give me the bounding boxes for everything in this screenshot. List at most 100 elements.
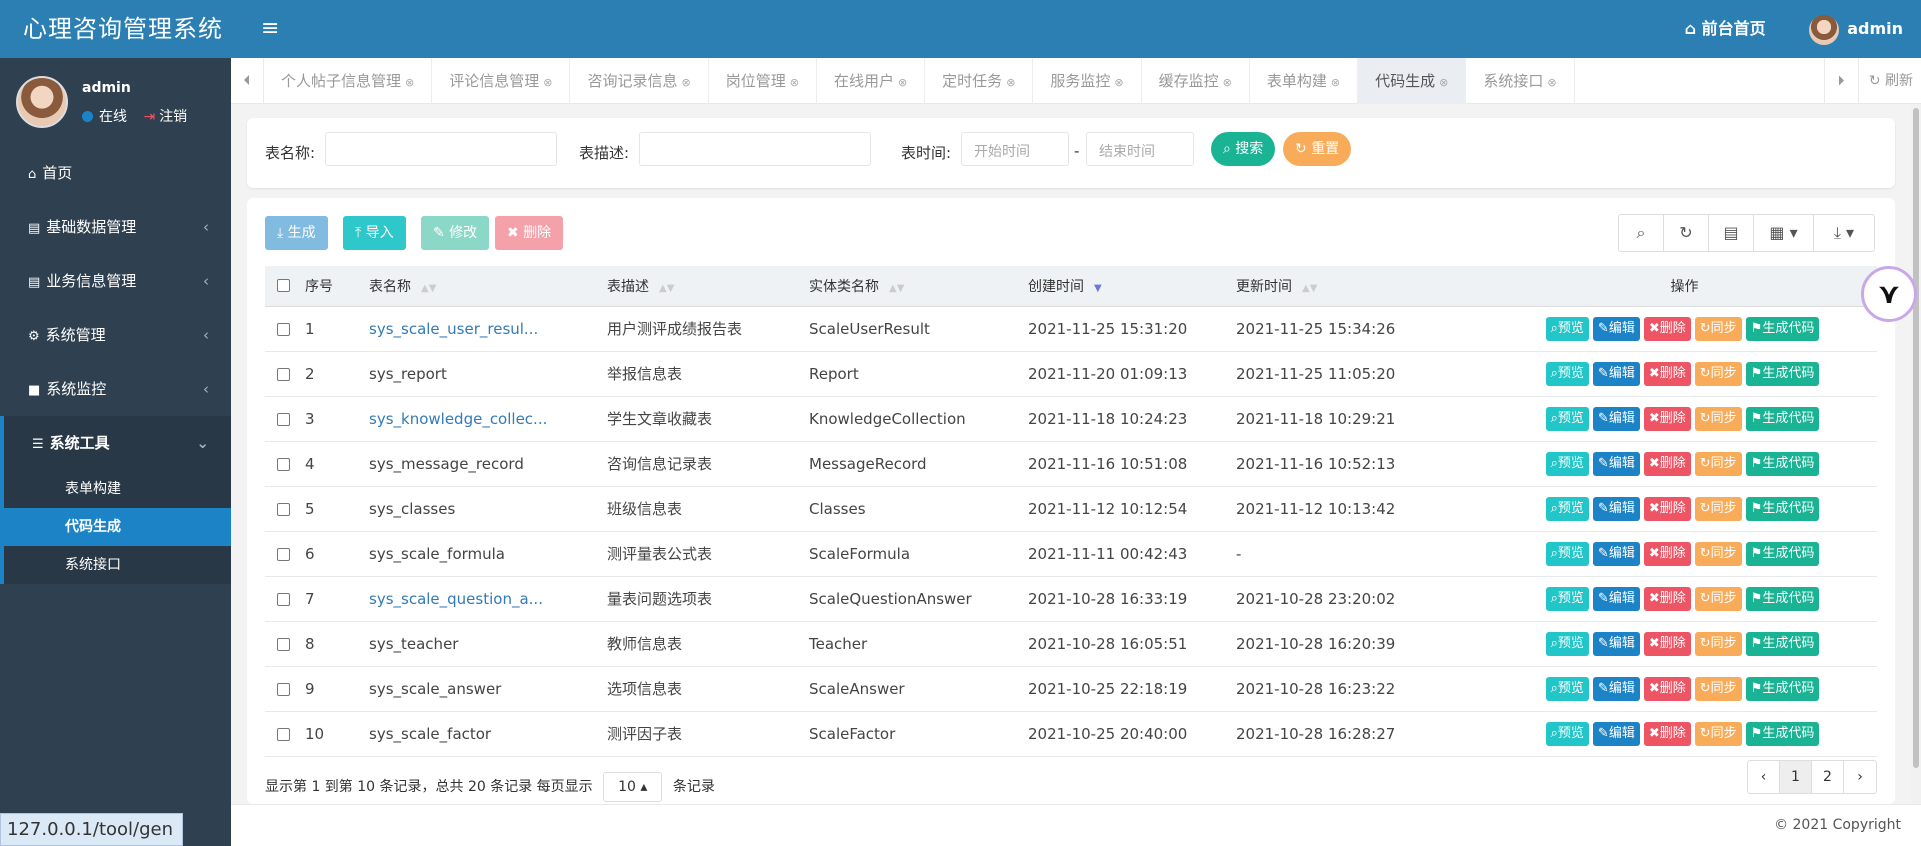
delete-button[interactable]: ✖删除 [1643, 676, 1691, 701]
reset-button[interactable]: ↻ 重置 [1283, 132, 1352, 166]
table-name-input[interactable] [325, 132, 557, 166]
delete-button[interactable]: ✖删除 [1643, 496, 1691, 521]
row-checkbox[interactable] [277, 727, 290, 741]
top-user-name[interactable]: admin [1847, 19, 1903, 38]
col-table-name[interactable]: 表名称 ▲▼ [369, 266, 607, 307]
edit-button[interactable]: ✎编辑 [1592, 676, 1640, 701]
sidebar-subitem-api[interactable]: 系统接口 [4, 546, 231, 584]
page-size-select[interactable]: 10 ▴ [603, 772, 663, 802]
sync-button[interactable]: ↻同步 [1694, 541, 1742, 566]
table-row[interactable]: 3 sys_knowledge_collec... 学生文章收藏表 Knowledge… [265, 396, 1877, 442]
preview-button[interactable]: ⌕预览 [1545, 541, 1589, 566]
row-checkbox[interactable] [277, 457, 290, 471]
table-row[interactable]: 4 sys_message_record 咨询信息记录表 MessageRecord 2… [265, 441, 1877, 487]
table-row[interactable]: 10 sys_scale_factor 测评因子表 ScaleFactor 2021-1… [265, 711, 1877, 757]
row-checkbox[interactable] [277, 592, 290, 606]
edit-button[interactable]: ✎编辑 [1592, 586, 1640, 611]
sync-button[interactable]: ↻同步 [1694, 586, 1742, 611]
modify-button[interactable]: ✎ 修改 [421, 216, 490, 250]
sync-button[interactable]: ↻同步 [1694, 451, 1742, 476]
tab-8[interactable]: 表单构建 ⊗ [1250, 58, 1359, 104]
delete-button[interactable]: ✖删除 [1643, 361, 1691, 386]
delete-button[interactable]: ✖ 删除 [495, 216, 564, 250]
preview-button[interactable]: ⌕预览 [1545, 586, 1589, 611]
user-avatar[interactable] [16, 76, 68, 128]
close-tab-icon[interactable]: ⊗ [543, 76, 552, 89]
preview-button[interactable]: ⌕预览 [1545, 721, 1589, 746]
delete-button[interactable]: ✖删除 [1643, 451, 1691, 476]
generate-code-button[interactable]: ⚑生成代码 [1745, 721, 1820, 746]
generate-code-button[interactable]: ⚑生成代码 [1745, 316, 1820, 341]
sidebar-item-system[interactable]: ⚙ 系统管理 ‹ [0, 308, 231, 362]
table-row[interactable]: 8 sys_teacher 教师信息表 Teacher 2021-10-28 16:05… [265, 621, 1877, 667]
tab-9[interactable]: 代码生成 ⊗ [1358, 58, 1467, 104]
export-icon[interactable]: ⤓ ▾ [1814, 215, 1874, 251]
sync-button[interactable]: ↻同步 [1694, 631, 1742, 656]
col-class-name[interactable]: 实体类名称 ▲▼ [809, 266, 1028, 307]
edit-button[interactable]: ✎编辑 [1592, 316, 1640, 341]
table-row[interactable]: 1 sys_scale_user_resul... 用户测评成绩报告表 ScaleUs… [265, 306, 1877, 352]
table-row[interactable]: 2 sys_report 举报信息表 Report 2021-11-20 01:09:1… [265, 351, 1877, 397]
search-button[interactable]: ⌕ 搜索 [1211, 132, 1276, 166]
close-tab-icon[interactable]: ⊗ [1223, 76, 1232, 89]
generate-code-button[interactable]: ⚑生成代码 [1745, 631, 1820, 656]
sync-button[interactable]: ↻同步 [1694, 316, 1742, 341]
tab-5[interactable]: 定时任务 ⊗ [925, 58, 1034, 104]
sync-button[interactable]: ↻同步 [1694, 496, 1742, 521]
edit-button[interactable]: ✎编辑 [1592, 496, 1640, 521]
tab-4[interactable]: 在线用户 ⊗ [817, 58, 926, 104]
tab-6[interactable]: 服务监控 ⊗ [1033, 58, 1142, 104]
tab-1[interactable]: 评论信息管理 ⊗ [432, 58, 571, 104]
edit-button[interactable]: ✎编辑 [1592, 631, 1640, 656]
home-icon[interactable]: ⌂ [1685, 19, 1696, 38]
search-icon[interactable]: ⌕ [1619, 215, 1664, 251]
preview-button[interactable]: ⌕预览 [1545, 406, 1589, 431]
scrollbar[interactable] [1911, 104, 1921, 804]
generate-code-button[interactable]: ⚑生成代码 [1745, 406, 1820, 431]
tab-10[interactable]: 系统接口 ⊗ [1466, 58, 1575, 104]
avatar[interactable] [1809, 14, 1840, 45]
close-tab-icon[interactable]: ⊗ [405, 76, 414, 89]
preview-button[interactable]: ⌕预览 [1545, 361, 1589, 386]
logout-link[interactable]: 注销 [159, 109, 187, 125]
delete-button[interactable]: ✖删除 [1643, 541, 1691, 566]
generate-button[interactable]: ⤓ 生成 [265, 216, 328, 250]
generate-code-button[interactable]: ⚑生成代码 [1745, 361, 1820, 386]
table-row[interactable]: 5 sys_classes 班级信息表 Classes 2021-11-12 10:12… [265, 486, 1877, 532]
import-button[interactable]: ⤒ 导入 [343, 216, 406, 250]
sync-button[interactable]: ↻同步 [1694, 361, 1742, 386]
sidebar-item-monitor[interactable]: ■ 系统监控 ‹ [0, 362, 231, 416]
cell-table-name[interactable]: sys_scale_question_a... [369, 576, 607, 622]
row-checkbox[interactable] [277, 502, 290, 516]
sidebar-item-tools[interactable]: ☰ 系统工具 ⌄ [0, 416, 231, 470]
generate-code-button[interactable]: ⚑生成代码 [1745, 451, 1820, 476]
select-all-checkbox[interactable] [277, 279, 290, 293]
edit-button[interactable]: ✎编辑 [1592, 406, 1640, 431]
table-desc-input[interactable] [639, 132, 871, 166]
preview-button[interactable]: ⌕预览 [1545, 631, 1589, 656]
tabs-scroll-left-icon[interactable]: ⏴ [231, 58, 264, 104]
preview-button[interactable]: ⌕预览 [1545, 496, 1589, 521]
sidebar-subitem-code-gen[interactable]: 代码生成 [4, 508, 231, 546]
edit-button[interactable]: ✎编辑 [1592, 721, 1640, 746]
menu-toggle-icon[interactable]: ≡ [261, 16, 279, 41]
generate-code-button[interactable]: ⚑生成代码 [1745, 676, 1820, 701]
cell-table-name[interactable]: sys_scale_user_resul... [369, 306, 607, 352]
generate-code-button[interactable]: ⚑生成代码 [1745, 496, 1820, 521]
row-checkbox[interactable] [277, 682, 290, 696]
sidebar-subitem-form-build[interactable]: 表单构建 [4, 470, 231, 508]
floating-logo-icon[interactable]: ⋎ [1861, 266, 1917, 322]
table-row[interactable]: 6 sys_scale_formula 测评量表公式表 ScaleFormula 202… [265, 531, 1877, 577]
sync-button[interactable]: ↻同步 [1694, 676, 1742, 701]
tabs-scroll-right-icon[interactable]: ⏵ [1824, 58, 1857, 104]
sync-button[interactable]: ↻同步 [1694, 721, 1742, 746]
tab-2[interactable]: 咨询记录信息 ⊗ [570, 58, 709, 104]
col-create-time[interactable]: 创建时间 ▼ [1028, 266, 1236, 307]
refresh-button[interactable]: ↻ 刷新 [1857, 58, 1913, 104]
delete-button[interactable]: ✖删除 [1643, 586, 1691, 611]
page-next[interactable]: › [1844, 761, 1876, 793]
row-checkbox[interactable] [277, 547, 290, 561]
delete-button[interactable]: ✖删除 [1643, 316, 1691, 341]
tab-0[interactable]: 个人帖子信息管理 ⊗ [264, 58, 433, 104]
edit-button[interactable]: ✎编辑 [1592, 541, 1640, 566]
